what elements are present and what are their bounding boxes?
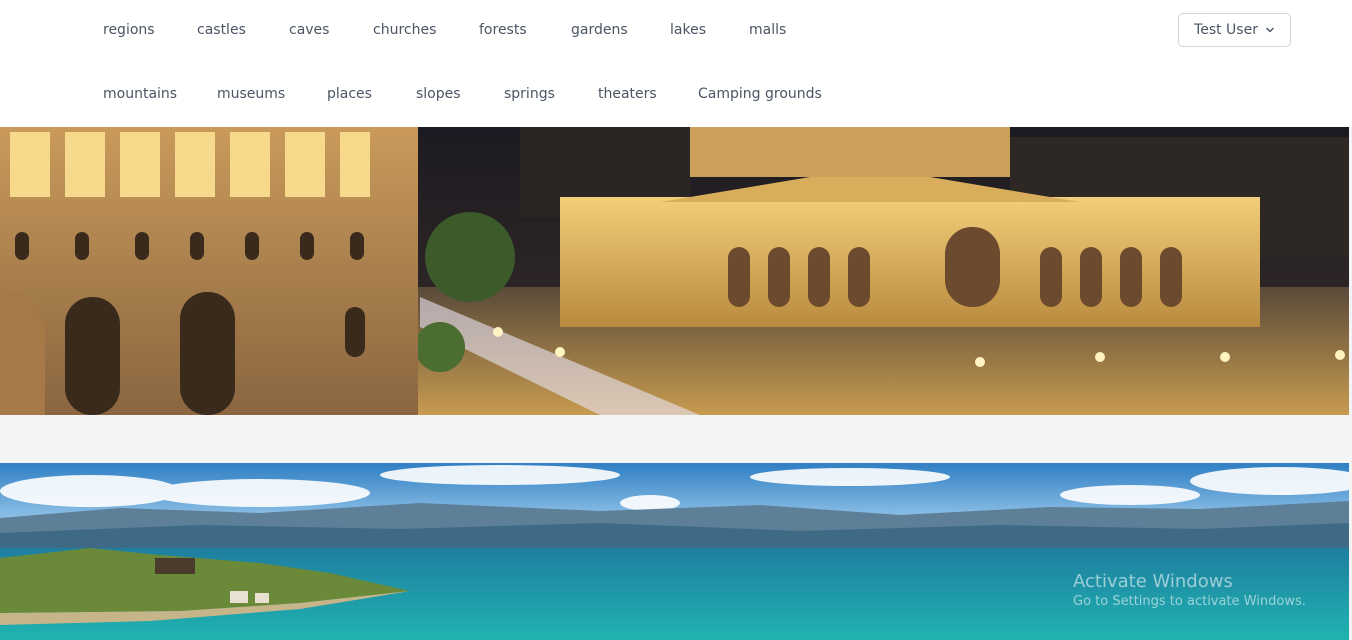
- lake-sevan-peninsula-photo: [0, 463, 1349, 640]
- nav-link-theaters[interactable]: theaters: [598, 84, 657, 104]
- nav-link-lakes[interactable]: lakes: [670, 20, 706, 40]
- yerevan-republic-square-night-photo: [0, 127, 1349, 415]
- nav-link-castles[interactable]: castles: [197, 20, 246, 40]
- top-navigation: regions castles caves churches forests g…: [0, 0, 1352, 127]
- nav-link-springs[interactable]: springs: [504, 84, 555, 104]
- nav-link-malls[interactable]: malls: [749, 20, 786, 40]
- nav-link-churches[interactable]: churches: [373, 20, 436, 40]
- nav-link-slopes[interactable]: slopes: [416, 84, 461, 104]
- nav-link-camping-grounds[interactable]: Camping grounds: [698, 84, 822, 104]
- nav-link-forests[interactable]: forests: [479, 20, 527, 40]
- nav-link-gardens[interactable]: gardens: [571, 20, 628, 40]
- nav-link-regions[interactable]: regions: [103, 20, 155, 40]
- nav-link-mountains[interactable]: mountains: [103, 84, 177, 104]
- nav-link-museums[interactable]: museums: [217, 84, 285, 104]
- user-menu-button[interactable]: Test User: [1178, 13, 1291, 47]
- nav-link-caves[interactable]: caves: [289, 20, 329, 40]
- chevron-down-icon: [1266, 27, 1274, 33]
- user-name: Test User: [1194, 22, 1258, 38]
- banner-spacer: [0, 415, 1352, 463]
- nav-link-places[interactable]: places: [327, 84, 372, 104]
